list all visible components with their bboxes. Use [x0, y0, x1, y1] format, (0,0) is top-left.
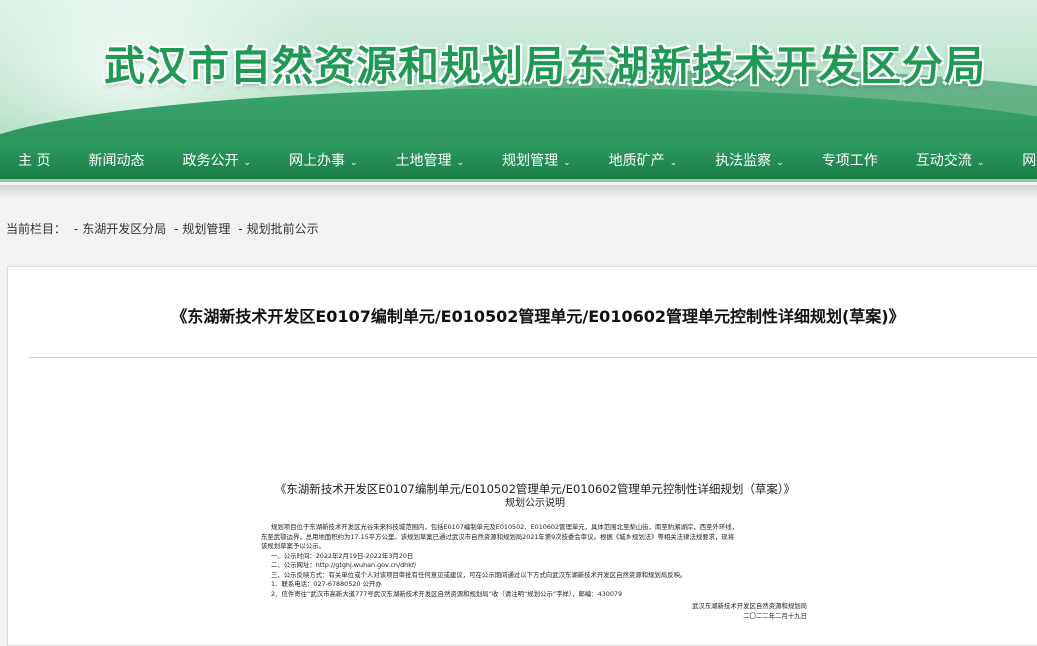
notice-body: 规划项目位于东湖新技术开发区光谷未来科技城范围内，包括E0107编制单元及E01…: [255, 523, 815, 599]
notice-sign-org: 武汉东湖新技术开发区自然资源和规划局: [691, 602, 807, 610]
nav-shadow: [0, 185, 1037, 199]
nav-item-land-management[interactable]: 土地管理 ⌄: [377, 142, 484, 179]
nav-item-label: 互动交流: [915, 152, 972, 169]
main-nav: 主 页 新闻动态 政务公开 ⌄ 网上办事 ⌄ 土地管理 ⌄ 规划管理 ⌄ 地质矿产 ⌄ 执…: [0, 142, 1037, 182]
notice-item: 三、公示反映方式：有关单位或个人对该项目审批有任何意见或建议，可在公示期间通过以…: [271, 570, 687, 579]
nav-item-label: 执法监察: [715, 152, 772, 169]
title-divider: [29, 357, 1037, 358]
nav-item-label: 网上办事: [289, 152, 345, 169]
notice-paragraph-line: 东至武鄂边界，总用地面积约为17.15平方公里。该规划草案已通过武汉市自然资源和…: [261, 532, 735, 541]
nav-item-mailbox[interactable]: 网上信箱: [1003, 142, 1037, 179]
notice-signature: 武汉东湖新技术开发区自然资源和规划局 二〇二二年二月十九日: [255, 602, 815, 621]
nav-item-government-affairs[interactable]: 政务公开 ⌄: [163, 142, 270, 179]
chevron-down-icon: ⌄: [456, 157, 465, 168]
nav-item-special-work[interactable]: 专项工作: [803, 142, 897, 179]
chevron-down-icon: ⌄: [669, 157, 678, 168]
notice-image: 《东湖新技术开发区E0107编制单元/E010502管理单元/E010602管理…: [255, 482, 815, 621]
notice-subtitle: 规划公示说明: [505, 498, 565, 509]
breadcrumb-separator: -: [238, 222, 243, 236]
notice-sign-date: 二〇二二年二月十九日: [743, 611, 807, 620]
nav-item-label: 规划管理: [502, 152, 559, 169]
nav-item-label: 网上信箱: [1022, 152, 1037, 169]
chevron-down-icon: ⌄: [776, 157, 784, 168]
site-title: 武汉市自然资源和规划局东湖新技术开发区分局: [104, 42, 986, 90]
nav-item-label: 土地管理: [395, 152, 452, 169]
nav-item-interaction[interactable]: 互动交流 ⌄: [897, 142, 1004, 179]
nav-item-online-services[interactable]: 网上办事 ⌄: [270, 142, 377, 179]
breadcrumb-prefix: 当前栏目：: [6, 222, 67, 236]
notice-title: 《东湖新技术开发区E0107编制单元/E010502管理单元/E010602管理…: [274, 482, 796, 496]
nav-item-geology-minerals[interactable]: 地质矿产 ⌄: [590, 142, 697, 179]
chevron-down-icon: ⌄: [243, 157, 251, 168]
nav-item-label: 主 页: [18, 152, 51, 169]
breadcrumb-separator: -: [73, 222, 79, 236]
nav-item-label: 新闻动态: [88, 152, 145, 169]
site-banner: 武汉市自然资源和规划局东湖新技术开发区分局: [0, 0, 1037, 145]
notice-item: 1．联系电话：027-67880520 公开办: [271, 580, 382, 588]
chevron-down-icon: ⌄: [976, 157, 985, 168]
nav-item-label: 地质矿产: [608, 152, 665, 169]
nav-item-label: 政务公开: [182, 152, 239, 169]
breadcrumb-link-branch[interactable]: 东湖开发区分局: [82, 222, 166, 236]
notice-item: 2．信件寄往“武汉市高新大道777号武汉东湖新技术开发区自然资源和规划局”收（请…: [271, 589, 623, 598]
article-title: 《东湖新技术开发区E0107编制单元/E010502管理单元/E010602管理…: [171, 307, 905, 326]
notice-paragraph-line: 该规划草案予以公示。: [261, 542, 325, 550]
chevron-down-icon: ⌄: [350, 157, 358, 168]
breadcrumb: 当前栏目： - 东湖开发区分局 - 规划管理 - 规划批前公示: [0, 218, 1037, 240]
nav-item-home[interactable]: 主 页: [0, 142, 69, 179]
notice-paragraph-line: 规划项目位于东湖新技术开发区光谷未来科技城范围内，包括E0107编制单元及E01…: [271, 523, 738, 531]
nav-item-label: 专项工作: [821, 152, 878, 169]
breadcrumb-link-publicity[interactable]: 规划批前公示: [247, 222, 319, 236]
nav-item-planning-management[interactable]: 规划管理 ⌄: [483, 142, 590, 179]
chevron-down-icon: ⌄: [563, 157, 571, 168]
nav-item-law-enforcement[interactable]: 执法监察 ⌄: [696, 142, 803, 179]
article-panel: 《东湖新技术开发区E0107编制单元/E010502管理单元/E010602管理…: [7, 266, 1037, 646]
breadcrumb-link-planning[interactable]: 规划管理: [182, 222, 230, 236]
notice-item: 二、公示网址：http://gtghj.wuhan.gov.cn/dhkf/: [271, 561, 417, 569]
notice-item: 一、公示时间：2022年2月19日-2022年3月20日: [271, 551, 414, 560]
nav-item-news[interactable]: 新闻动态: [69, 142, 163, 179]
breadcrumb-separator: -: [174, 222, 179, 236]
